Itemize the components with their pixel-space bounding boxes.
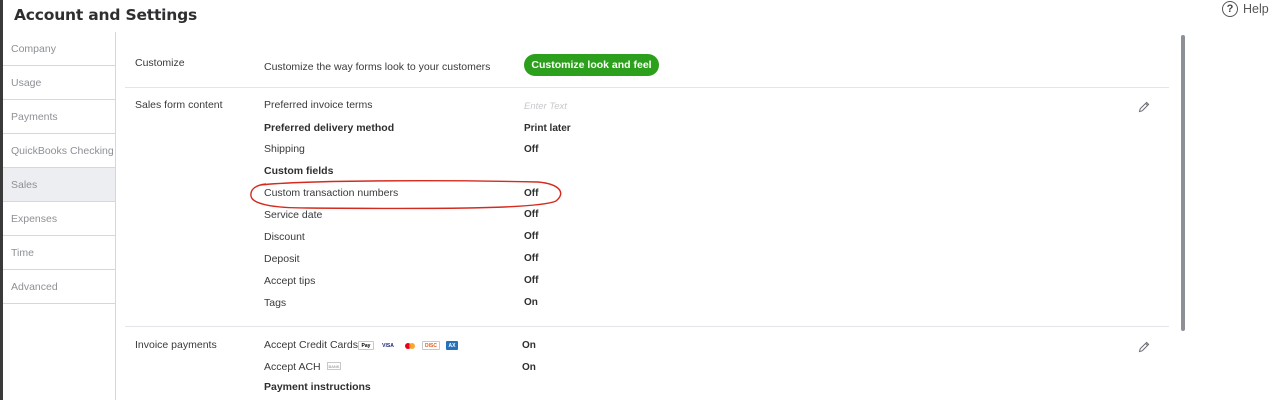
accept-tips-value: Off — [524, 275, 539, 286]
help-button[interactable]: ? Help — [1222, 1, 1269, 17]
apple-pay-icon: Pay — [358, 341, 374, 350]
credit-card-icons: Pay VISA DISC AX — [358, 341, 458, 350]
pencil-edit-icon[interactable] — [1137, 100, 1151, 114]
accept-ach-value: On — [522, 362, 536, 373]
custom-transaction-numbers-value: Off — [524, 188, 539, 199]
sidebar-item-sales[interactable]: Sales — [3, 168, 115, 202]
preferred-delivery-method-value: Print later — [524, 123, 571, 134]
discount-label: Discount — [264, 231, 305, 243]
customize-description: Customize the way forms look to your cus… — [264, 61, 491, 73]
section-label-sales-form-content: Sales form content — [135, 99, 223, 111]
sidebar-item-quickbooks-checking[interactable]: QuickBooks Checking — [3, 134, 115, 168]
vertical-scrollbar[interactable] — [1181, 35, 1185, 331]
section-divider — [125, 326, 1169, 327]
tags-label: Tags — [264, 297, 287, 309]
payment-instructions-label: Payment instructions — [264, 381, 371, 393]
sidebar-item-label: Company — [11, 42, 56, 55]
discover-icon: DISC — [422, 341, 440, 350]
section-divider — [125, 87, 1169, 88]
accept-ach-label: Accept ACH — [264, 361, 321, 373]
page-title: Account and Settings — [14, 6, 198, 24]
discount-value: Off — [524, 231, 539, 242]
sidebar-item-company[interactable]: Company — [3, 32, 115, 66]
section-label-customize: Customize — [135, 57, 185, 69]
section-label-invoice-payments: Invoice payments — [135, 339, 217, 351]
sidebar-item-time[interactable]: Time — [3, 236, 115, 270]
sidebar-item-payments[interactable]: Payments — [3, 100, 115, 134]
mastercard-icon — [402, 341, 416, 350]
help-label: Help — [1243, 2, 1269, 16]
sidebar-item-expenses[interactable]: Expenses — [3, 202, 115, 236]
shipping-label: Shipping — [264, 143, 305, 155]
shipping-value: Off — [524, 144, 539, 155]
sidebar-item-label: Expenses — [11, 212, 58, 225]
tags-value: On — [524, 297, 538, 308]
accept-tips-label: Accept tips — [264, 275, 316, 287]
sidebar-item-label: Usage — [11, 76, 42, 89]
sidebar-item-usage[interactable]: Usage — [3, 66, 115, 100]
custom-fields-label: Custom fields — [264, 165, 334, 177]
question-circle-icon: ? — [1222, 1, 1238, 17]
service-date-label: Service date — [264, 209, 323, 221]
accept-credit-cards-label: Accept Credit Cards — [264, 339, 358, 351]
amex-icon: AX — [446, 341, 458, 350]
accept-credit-cards-value: On — [522, 340, 536, 351]
sidebar-item-label: Payments — [11, 110, 58, 123]
preferred-invoice-terms-placeholder: Enter Text — [524, 101, 567, 112]
deposit-value: Off — [524, 253, 539, 264]
service-date-value: Off — [524, 209, 539, 220]
preferred-invoice-terms-label: Preferred invoice terms — [264, 99, 373, 111]
sidebar-item-label: Sales — [11, 178, 38, 191]
settings-sidebar: Company Usage Payments QuickBooks Checki… — [3, 32, 116, 400]
sidebar-item-advanced[interactable]: Advanced — [3, 270, 115, 304]
custom-transaction-numbers-label: Custom transaction numbers — [264, 187, 399, 199]
pencil-edit-icon[interactable] — [1137, 340, 1151, 354]
preferred-delivery-method-label: Preferred delivery method — [264, 122, 395, 134]
sidebar-item-label: Time — [11, 246, 34, 259]
deposit-label: Deposit — [264, 253, 300, 265]
customize-look-and-feel-button[interactable]: Customize look and feel — [524, 54, 659, 76]
sidebar-item-label: Advanced — [11, 280, 58, 293]
sidebar-item-label: QuickBooks Checking — [11, 144, 114, 157]
visa-icon: VISA — [380, 341, 396, 350]
bank-icon: BANK — [327, 362, 341, 370]
